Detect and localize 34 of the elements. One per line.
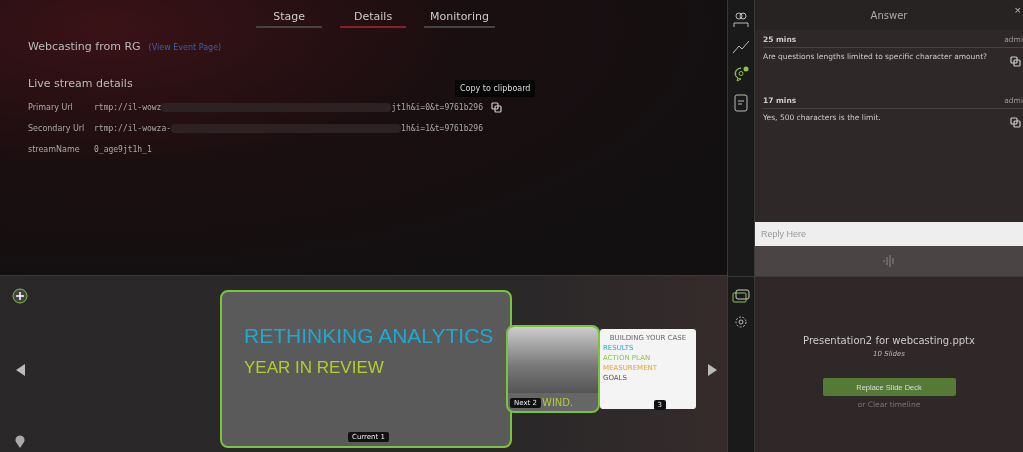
event-title: Webcasting from RG — [28, 40, 141, 53]
tab[interactable]: Monitoring — [424, 10, 495, 28]
field-value: jt1h&i=0&t=9761b296 — [391, 102, 483, 112]
tab[interactable]: Stage — [256, 10, 323, 28]
settings-icon[interactable] — [734, 315, 748, 329]
slide-subtitle: YEAR IN REVIEW — [244, 358, 385, 378]
section-heading: Live stream details — [28, 77, 133, 90]
copy-icon[interactable] — [1010, 117, 1021, 128]
field-value: rtmp://il-wowza- — [94, 123, 172, 133]
chat-bubble-icon[interactable] — [733, 66, 749, 82]
field-label: Primary Url — [28, 102, 74, 112]
field-label: streamName — [28, 144, 81, 154]
slides-icon[interactable] — [732, 289, 750, 303]
close-button[interactable]: × — [1014, 4, 1021, 16]
tab[interactable]: Details — [340, 10, 407, 28]
copy-icon[interactable] — [1010, 56, 1021, 67]
next-arrow-icon[interactable] — [708, 364, 717, 376]
previous-arrow-icon[interactable] — [15, 363, 25, 376]
field-value: 1h&i=1&t=9761b296 — [401, 123, 483, 133]
panel-title: Answer — [870, 9, 908, 21]
people-icon[interactable] — [733, 12, 749, 28]
field-value: rtmp://il-wowz — [94, 102, 162, 112]
slide-title: WIND. — [542, 397, 574, 408]
slide-title: RETHINKING ANALYTICS — [244, 324, 495, 348]
field-label: Secondary Url — [28, 123, 86, 133]
deck-name: Presentation2 for webcasting.pptx — [803, 335, 975, 346]
reply-field[interactable]: Reply Here — [755, 222, 1023, 246]
line-chart-icon[interactable] — [732, 40, 750, 54]
location-pin-icon[interactable] — [15, 435, 25, 448]
field-value: 0_age9jt1h_1 — [94, 144, 152, 154]
add-icon[interactable] — [12, 288, 28, 304]
copy-icon[interactable] — [490, 101, 502, 113]
document-icon[interactable] — [734, 94, 748, 112]
tooltip: Copy to clipboard — [455, 80, 536, 97]
